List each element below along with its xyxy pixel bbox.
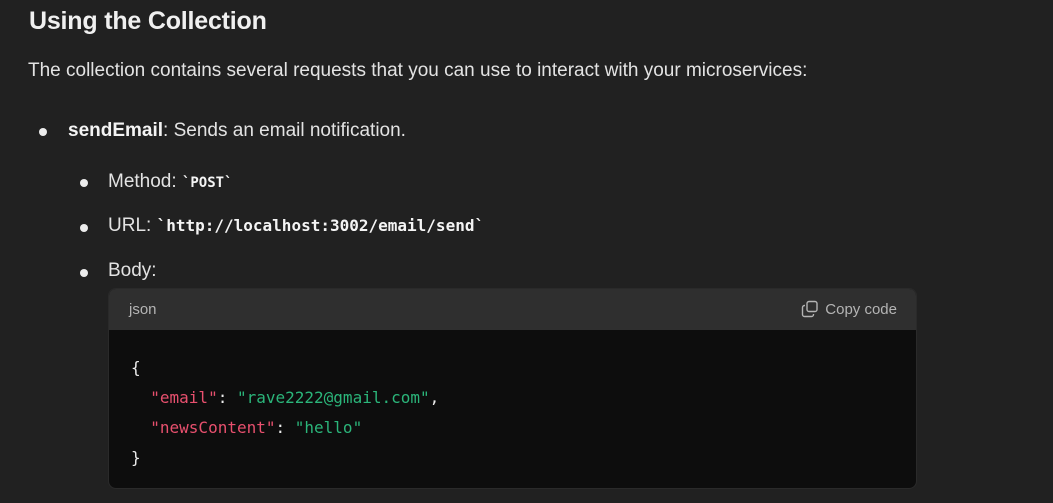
code-brace-close: } (131, 448, 141, 467)
code-key-newscontent: "newsContent" (150, 418, 276, 437)
copy-code-button[interactable]: Copy code (801, 300, 897, 318)
list-item-url: URL: `http://localhost:3002/email/send` (108, 215, 484, 237)
code-brace-open: { (131, 358, 141, 377)
code-block: json Copy code { "email": "rave2222@gmai… (108, 288, 917, 489)
request-name: sendEmail (68, 120, 164, 141)
request-description: : Sends an email notification. (163, 120, 406, 141)
list-item-body: Body: (108, 260, 157, 282)
code-language-label: json (129, 301, 157, 318)
url-value: `http://localhost:3002/email/send` (156, 216, 485, 235)
intro-paragraph: The collection contains several requests… (28, 60, 808, 81)
bullet-dot (80, 269, 88, 277)
url-label: URL: (108, 215, 157, 236)
copy-icon (801, 300, 819, 318)
code-key-email: "email" (150, 388, 218, 407)
section-heading: Using the Collection (29, 7, 267, 35)
list-item-sendemail: sendEmail: Sends an email notification. (68, 120, 406, 142)
body-label: Body: (108, 260, 157, 281)
copy-code-label: Copy code (825, 300, 897, 318)
code-block-header: json Copy code (109, 289, 916, 330)
code-content: { "email": "rave2222@gmail.com", "newsCo… (131, 358, 440, 467)
bullet-dot (80, 224, 88, 232)
code-value-email: "rave2222@gmail.com" (236, 388, 430, 407)
list-item-method: Method: `POST` (108, 171, 233, 193)
code-value-newscontent: "hello" (294, 418, 363, 437)
bullet-dot (39, 128, 47, 136)
method-label: Method: (108, 171, 182, 192)
bullet-dot (80, 179, 88, 187)
method-value: `POST` (181, 175, 233, 191)
